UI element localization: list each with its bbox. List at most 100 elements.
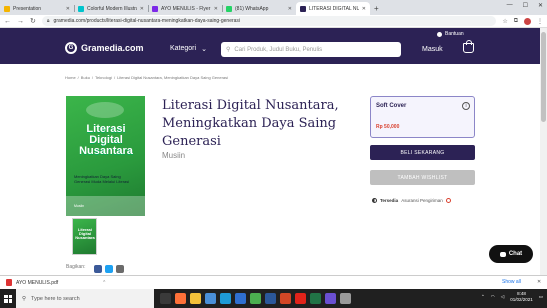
gramedia-logo-icon: G [65, 42, 77, 54]
tab-favicon-icon [4, 5, 10, 12]
word-icon[interactable] [265, 293, 276, 304]
page-scrollbar[interactable] [540, 28, 547, 275]
bantuan-link[interactable]: Bantuan [437, 31, 464, 37]
show-all-link[interactable]: Show all [502, 279, 521, 285]
variant-card[interactable]: Soft Cover i Rp 50,000 [370, 96, 475, 138]
breadcrumb-item[interactable]: Teknologi [95, 75, 112, 80]
back-icon[interactable]: ← [4, 18, 11, 25]
taskbar-apps [160, 293, 351, 304]
browser-tab[interactable]: (81) WhatsApp ✕ [222, 2, 296, 15]
close-tab-icon[interactable]: ✕ [214, 6, 218, 12]
close-tab-icon[interactable]: ✕ [140, 6, 144, 12]
browser-tab-strip: Presentation ✕ Colorful Modern Illustrat… [0, 0, 547, 15]
kategori-label: Kategori [170, 45, 197, 52]
close-tab-icon[interactable]: ✕ [362, 6, 366, 12]
mail-icon[interactable] [235, 293, 246, 304]
profile-avatar[interactable] [524, 17, 531, 25]
site-header: G Gramedia.com Kategori ⌄ ⚲ Cari Produk,… [0, 28, 540, 64]
login-link[interactable]: Masuk [422, 46, 443, 53]
firefox-icon[interactable] [175, 293, 186, 304]
chrome-icon[interactable] [250, 293, 261, 304]
book-cover-image[interactable]: Literasi Digital Nusantara Meningkatkan … [66, 96, 145, 216]
lock-icon: 🔒︎ [46, 18, 50, 24]
chat-bubble-icon [499, 251, 506, 257]
notifications-icon[interactable]: ▭ [539, 294, 543, 300]
download-item[interactable]: AYO MENULIS.pdf ⌃ [6, 279, 106, 286]
link-icon[interactable] [116, 265, 124, 273]
gramedia-logo[interactable]: G Gramedia.com [65, 42, 144, 54]
chevron-up-icon[interactable]: ⌃ [102, 280, 106, 286]
close-window-icon[interactable]: ✕ [538, 2, 543, 9]
close-tab-icon[interactable]: ✕ [66, 6, 70, 12]
shield-icon [372, 198, 377, 203]
browser-tab[interactable]: Colorful Modern Illustrated Lin... ✕ [74, 2, 148, 15]
close-tab-icon[interactable]: ✕ [288, 6, 292, 12]
scrollbar-thumb[interactable] [541, 32, 546, 122]
search-input[interactable]: ⚲ Cari Produk, Judul Buku, Penulis [221, 42, 401, 57]
edge-icon[interactable] [220, 293, 231, 304]
tab-favicon-icon [152, 5, 158, 12]
maximize-icon[interactable]: ☐ [523, 2, 528, 9]
forward-icon[interactable]: → [17, 18, 24, 25]
kategori-menu[interactable]: Kategori ⌄ [170, 45, 207, 53]
taskbar-search-placeholder: Type here to search [31, 295, 80, 302]
logo-text: Gramedia.com [81, 43, 144, 53]
browser-tab[interactable]: AYO MENULIS - Flyer (A4) ✕ [148, 2, 222, 15]
taskbar-search[interactable]: ⚲ Type here to search [16, 289, 154, 308]
browser-toolbar-right: ☆ ⧉ ⋮ [502, 17, 543, 25]
start-button[interactable] [0, 289, 16, 308]
tab-favicon-icon [78, 5, 84, 12]
star-icon[interactable]: ☆ [502, 18, 507, 25]
browser-tab-active[interactable]: LITERASI DIGITAL NUSANTARA... ✕ [296, 2, 370, 15]
task-view-icon[interactable] [160, 293, 171, 304]
tab-title: Colorful Modern Illustrated Lin... [87, 5, 137, 12]
tab-title: AYO MENULIS - Flyer (A4) [161, 5, 211, 12]
info-icon[interactable]: i [462, 102, 470, 110]
new-tab-button[interactable]: + [374, 4, 379, 13]
availability: Tersedia Asuransi Pengiriman [372, 198, 451, 203]
powerpoint-icon[interactable] [280, 293, 291, 304]
share-icons [94, 265, 124, 273]
acrobat-icon[interactable] [295, 293, 306, 304]
app-icon[interactable] [340, 293, 351, 304]
tab-favicon-icon [226, 5, 232, 12]
url-field[interactable]: 🔒︎ gramedia.com/products/literasi-digita… [41, 16, 497, 26]
book-thumbnail[interactable]: Literasi Digital Nusantara [72, 218, 97, 255]
breadcrumb-item[interactable]: Buku [81, 75, 90, 80]
breadcrumb-current: Literasi Digital Nusantara, Meningkatkan… [117, 75, 229, 80]
app-icon[interactable] [325, 293, 336, 304]
reload-icon[interactable]: ↻ [30, 17, 36, 25]
breadcrumb: Home / Buku / Teknologi / Literasi Digit… [65, 75, 228, 80]
network-icon[interactable]: ◠ [491, 294, 495, 300]
twitter-icon[interactable] [105, 265, 113, 273]
close-downloads-icon[interactable]: ✕ [537, 279, 541, 285]
question-icon[interactable] [445, 198, 451, 203]
excel-icon[interactable] [310, 293, 321, 304]
cover-title: Literasi Digital Nusantara [79, 123, 133, 157]
cart-icon[interactable] [463, 40, 474, 53]
cover-subtitle: Meningkatkan Daya Saing Generasi Muda Me… [74, 174, 130, 184]
clock[interactable]: 8:48 01/02/2021 [510, 291, 533, 303]
product-author[interactable]: Musiin [162, 151, 185, 160]
minimize-icon[interactable]: — [507, 2, 513, 9]
facebook-icon[interactable] [94, 265, 102, 273]
help-icon [437, 31, 442, 37]
buy-now-button[interactable]: BELI SEKARANG [370, 145, 475, 160]
chevron-up-icon[interactable]: ⌃ [481, 294, 485, 300]
menu-kebab-icon[interactable]: ⋮ [537, 18, 543, 25]
extensions-icon[interactable]: ⧉ [514, 18, 518, 25]
browser-tab[interactable]: Presentation ✕ [0, 2, 74, 15]
breadcrumb-separator: / [91, 75, 94, 80]
chat-button[interactable]: Chat [489, 245, 533, 263]
bantuan-label: Bantuan [445, 31, 464, 37]
breadcrumb-item[interactable]: Home [65, 75, 76, 80]
breadcrumb-separator: / [77, 75, 79, 80]
variant-label: Soft Cover [376, 103, 407, 109]
availability-text: Asuransi Pengiriman [401, 198, 443, 203]
store-icon[interactable] [205, 293, 216, 304]
search-placeholder: Cari Produk, Judul Buku, Penulis [234, 46, 323, 53]
file-explorer-icon[interactable] [190, 293, 201, 304]
volume-icon[interactable]: ◁ [501, 294, 504, 300]
cover-author: Musiin [74, 204, 85, 208]
add-wishlist-button[interactable]: TAMBAH WISHLIST [370, 170, 475, 185]
